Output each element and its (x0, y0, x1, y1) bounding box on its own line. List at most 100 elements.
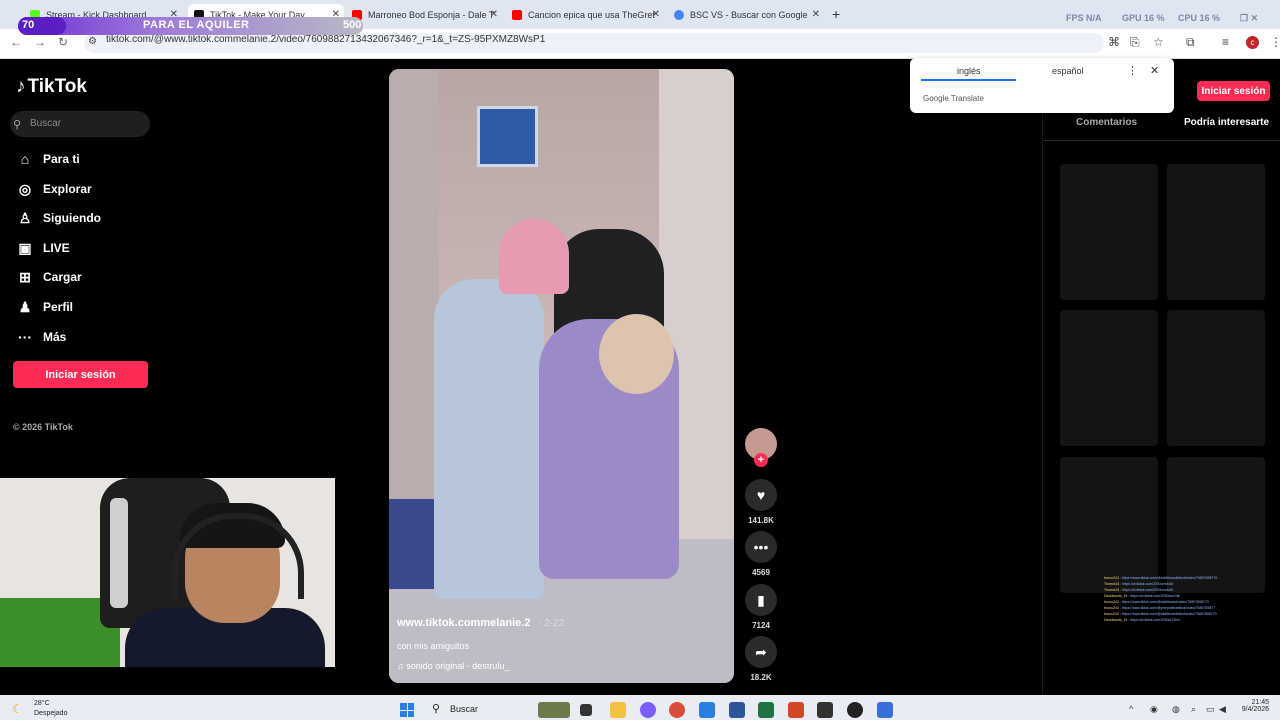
chat-message: Davidkunta_19 : https://vt.tiktok.com/ZS… (1104, 617, 1254, 623)
top-login-button[interactable]: Iniciar sesión (1197, 81, 1270, 101)
browser-tab[interactable]: Marroneo Bod Esponja - Dale T ✕ (352, 4, 502, 26)
upload-icon: ⊞ (19, 268, 31, 285)
tray-app-icon[interactable]: ◉ (1150, 704, 1158, 715)
room-sign (477, 106, 538, 167)
nav-item-cargar[interactable]: ⊞ Cargar (16, 267, 82, 287)
back-icon[interactable]: ← (10, 35, 22, 49)
display-icon[interactable]: ▭ (1206, 704, 1215, 715)
chat-user: bruno243 : (1104, 576, 1121, 580)
translate-icon[interactable]: ⌘ (1108, 35, 1120, 49)
like-button[interactable]: ♥ (745, 479, 777, 511)
thumbnail-placeholder[interactable] (1167, 457, 1265, 593)
chat-text: https://www.tiktok.com/@steltiboardbtbot… (1121, 612, 1217, 616)
video-description: con mis amiguitos (397, 641, 470, 651)
nav-item-siguiendo[interactable]: ♙ Siguiendo (16, 208, 101, 228)
thumbnail-placeholder[interactable] (1060, 310, 1158, 446)
window-controls[interactable]: ❐ ✕ (1240, 13, 1258, 24)
thumbnail-placeholder[interactable] (1060, 457, 1158, 593)
video-sound[interactable]: ♫ sonido original - destrulu_ (397, 661, 509, 671)
goal-current-value: 70 (22, 19, 35, 31)
close-icon[interactable]: ✕ (1150, 64, 1159, 77)
share-arrow-icon: ➦ (755, 643, 767, 660)
obs-icon[interactable] (847, 702, 863, 718)
forward-icon[interactable]: → (34, 35, 46, 49)
sound-label: sonido original - destrulu_ (406, 661, 510, 671)
nav-item-perfil[interactable]: ♟ Perfil (16, 297, 73, 317)
search-icon: ⚲ (13, 119, 22, 131)
install-icon[interactable]: ⎘ (1130, 35, 1140, 50)
lang-source[interactable]: inglés (957, 66, 981, 76)
windows-start-icon[interactable] (400, 703, 414, 717)
profile-icon: ♟ (18, 298, 32, 315)
stream-chat: bruno243 : https://www.tiktok.com/@stelt… (1104, 575, 1254, 623)
nav-item-para-ti[interactable]: ⌂ Para ti (16, 149, 80, 169)
tab-recommended[interactable]: Podría interesarte (1184, 117, 1269, 128)
tab-comments[interactable]: Comentarios (1076, 117, 1137, 128)
home-icon: ⌂ (20, 151, 30, 167)
share-button[interactable]: ➦ (745, 636, 777, 668)
notes-icon[interactable] (877, 702, 893, 718)
word-icon[interactable] (729, 702, 745, 718)
taskbar-search[interactable]: Buscar (450, 704, 478, 714)
comment-button[interactable]: ••• (745, 531, 777, 563)
extensions-icon[interactable]: ⧉ (1186, 35, 1195, 50)
reload-icon[interactable]: ↻ (58, 35, 68, 49)
youtube-favicon-icon (512, 10, 522, 20)
browser-tab[interactable]: Cancion epica que usa TheGret ✕ (512, 4, 664, 26)
nav-item-live[interactable]: ▣ LIVE (16, 238, 69, 258)
lang-target[interactable]: español (1052, 66, 1084, 76)
tiktok-logo[interactable]: ♪ TikTok (16, 76, 87, 98)
thumbnail-placeholder[interactable] (1060, 164, 1158, 300)
new-tab-button[interactable]: + (832, 6, 840, 22)
follow-plus-icon[interactable]: + (754, 453, 768, 467)
volume-icon[interactable]: ◀ (1219, 704, 1226, 715)
copilot-icon[interactable] (640, 702, 656, 718)
profile-avatar[interactable]: c (1246, 36, 1259, 49)
tab-title: Marroneo Bod Esponja - Dale T (368, 10, 495, 20)
close-tab-icon[interactable]: ✕ (812, 9, 820, 20)
goal-target-value: 500 (343, 19, 362, 31)
nav-item-explorar[interactable]: ◎ Explorar (16, 179, 92, 199)
widgets-icon[interactable] (538, 702, 570, 718)
media-icon[interactable]: ≡ (1222, 35, 1229, 49)
save-button[interactable]: ▮ (745, 584, 777, 616)
menu-kebab-icon[interactable]: ⋮ (1270, 35, 1280, 49)
video-player[interactable] (389, 69, 734, 683)
chat-text: https://vt.tiktok.com/ZSKsem4d0/ (1122, 582, 1174, 586)
task-view-icon[interactable] (580, 704, 592, 716)
nav-item-mas[interactable]: ··· Más (16, 327, 66, 347)
file-explorer-icon[interactable] (610, 702, 626, 718)
translate-menu-icon[interactable]: ⋮ (1127, 64, 1138, 77)
store-icon[interactable] (699, 702, 715, 718)
thumbnail-placeholder[interactable] (1167, 164, 1265, 300)
close-tab-icon[interactable]: ✕ (652, 9, 660, 20)
site-info-icon[interactable]: ⚙ (88, 36, 97, 47)
app-icon[interactable] (817, 702, 833, 718)
thumbnail-placeholder[interactable] (1167, 310, 1265, 446)
taskbar-search-icon[interactable]: ⚲ (432, 702, 440, 715)
taskbar-clock[interactable]: 21:45 9/4/2026 (1229, 699, 1269, 713)
close-tab-icon[interactable]: ✕ (490, 9, 498, 20)
tray-chevron-icon[interactable]: ^ (1129, 704, 1133, 714)
excel-icon[interactable] (758, 702, 774, 718)
url-text[interactable]: tiktok.com/@www.tiktok.commelanie.2/vide… (106, 34, 545, 45)
browser-tab[interactable]: BSC VS - Buscar con Google ✕ (674, 4, 824, 26)
moon-weather-icon[interactable]: ☾ (12, 702, 23, 716)
tray-icon[interactable]: ◍ (1172, 704, 1180, 715)
weather-desc: Despejado (34, 710, 68, 717)
bookmark-star-icon[interactable]: ☆ (1153, 35, 1164, 49)
music-note-icon: ♫ (397, 661, 407, 671)
chrome-icon[interactable] (669, 702, 685, 718)
tiktok-note-icon: ♪ (16, 76, 26, 97)
microphone-icon[interactable]: ⌕ (1191, 704, 1196, 715)
gpu-stat: GPU 16 % (1122, 13, 1165, 23)
live-icon: ▣ (18, 239, 32, 256)
powerpoint-icon[interactable] (788, 702, 804, 718)
weather-temp: 28°C (34, 700, 50, 707)
more-icon: ··· (18, 329, 32, 345)
video-author[interactable]: www.tiktok.commelanie.2 (397, 617, 530, 629)
save-count: 7124 (752, 621, 770, 630)
like-count: 141.8K (748, 516, 774, 525)
login-button[interactable]: Iniciar sesión (13, 361, 148, 388)
clock-time: 21:45 (1251, 699, 1269, 706)
